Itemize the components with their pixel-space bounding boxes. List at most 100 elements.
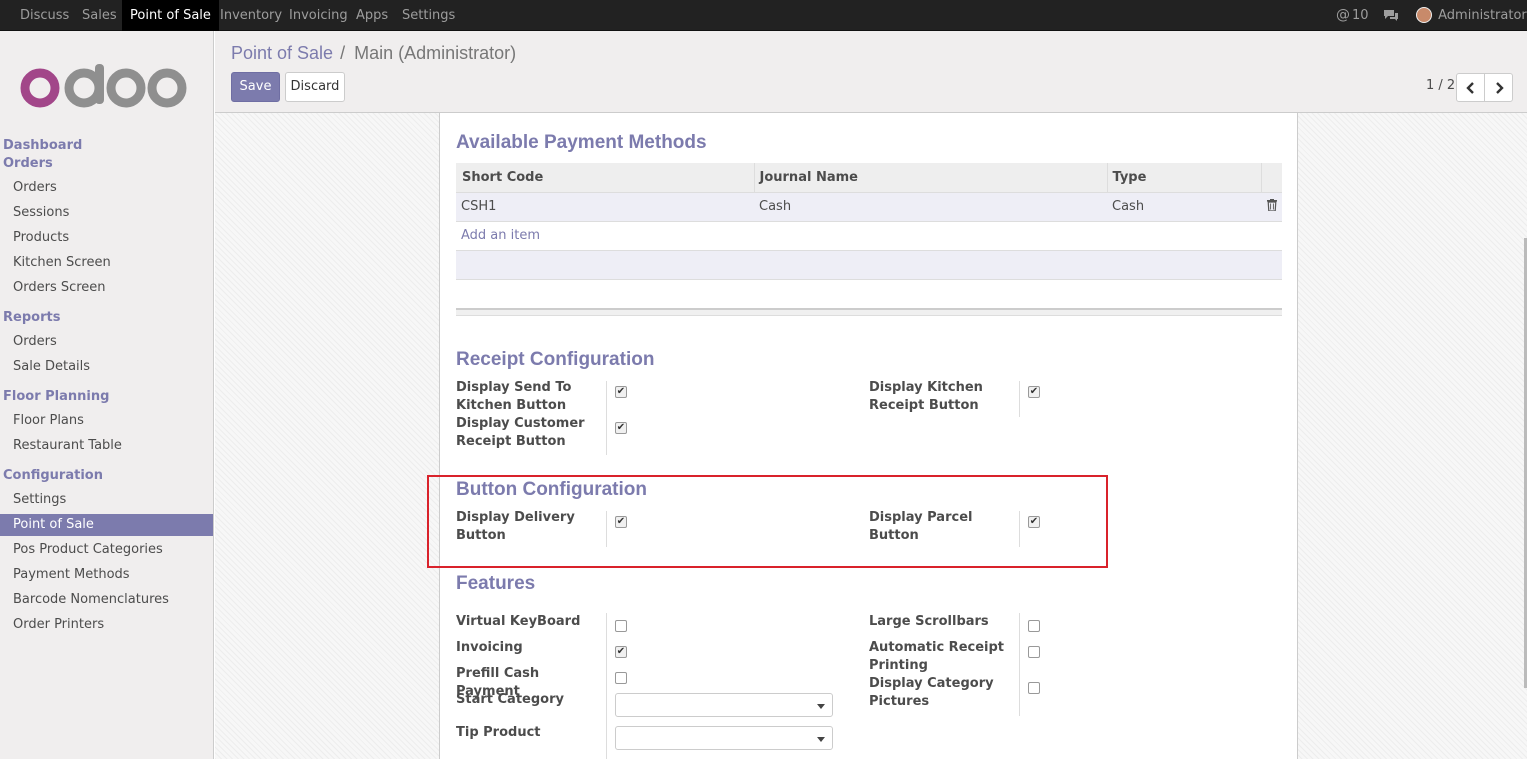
sidebar-item-settings[interactable]: Settings [0, 489, 213, 511]
auto-receipt-label: Automatic Receipt Printing [869, 640, 1005, 673]
sidebar-item-payment-methods[interactable]: Payment Methods [0, 564, 213, 586]
start-category-label: Start Category [456, 692, 564, 707]
sidebar-item-floor-plans[interactable]: Floor Plans [0, 410, 213, 432]
breadcrumb-parent[interactable]: Point of Sale [231, 43, 333, 63]
sidebar-head-dashboard[interactable]: Dashboard [3, 138, 82, 153]
sidebar-item-sessions[interactable]: Sessions [0, 202, 213, 224]
delivery-button-label: Display Delivery Button [456, 510, 575, 543]
menu-sales[interactable]: Sales [75, 0, 124, 31]
menu-inventory[interactable]: Inventory [213, 0, 289, 31]
breadcrumb: Point of Sale / Main (Administrator) [231, 43, 516, 64]
sidebar-item-report-orders[interactable]: Orders [0, 331, 213, 353]
payment-methods-title: Available Payment Methods [456, 132, 707, 153]
sidebar-item-barcode-nomenclatures[interactable]: Barcode Nomenclatures [0, 589, 213, 611]
column-header-type[interactable]: Type [1107, 163, 1262, 193]
sidebar-head-floor-planning[interactable]: Floor Planning [3, 389, 109, 404]
add-item-link[interactable]: Add an item [456, 221, 1282, 251]
chevron-right-icon [1495, 82, 1504, 94]
sidebar-item-products[interactable]: Products [0, 227, 213, 249]
caret-down-icon [817, 704, 825, 709]
send-to-kitchen-label: Display Send To Kitchen Button [456, 380, 572, 413]
form-view: Available Payment Methods Short Code Jou… [215, 113, 1527, 759]
send-to-kitchen-checkbox[interactable]: ✔ [615, 386, 627, 398]
category-pictures-label: Display Category Pictures [869, 676, 994, 709]
large-scrollbars-checkbox[interactable] [1028, 620, 1040, 632]
menu-settings[interactable]: Settings [395, 0, 462, 31]
cell-short-code[interactable]: CSH1 [456, 192, 754, 222]
table-row[interactable]: CSH1 Cash Cash [456, 192, 1282, 222]
start-category-select[interactable] [615, 693, 833, 717]
chat-button[interactable] [1383, 0, 1399, 31]
large-scrollbars-label: Large Scrollbars [869, 614, 989, 629]
section-separator [456, 308, 1282, 316]
caret-down-icon [817, 737, 825, 742]
category-pictures-checkbox[interactable] [1028, 682, 1040, 694]
form-sheet: Available Payment Methods Short Code Jou… [427, 113, 1298, 759]
mentions-button[interactable]: @10 [1336, 0, 1369, 31]
payment-methods-table: Short Code Journal Name Type CSH1 Cash C… [456, 163, 1282, 280]
menu-point-of-sale[interactable]: Point of Sale [122, 0, 219, 31]
trash-icon [1266, 198, 1277, 212]
label-divider [1019, 613, 1020, 716]
invoicing-checkbox[interactable]: ✔ [615, 646, 627, 658]
menu-apps[interactable]: Apps [349, 0, 395, 31]
control-panel: Point of Sale / Main (Administrator) Sav… [215, 31, 1527, 113]
sidebar-head-configuration[interactable]: Configuration [3, 468, 103, 483]
delete-row-button[interactable] [1261, 192, 1282, 222]
virtual-keyboard-label: Virtual KeyBoard [456, 614, 581, 629]
sidebar-item-pos-product-categories[interactable]: Pos Product Categories [0, 539, 213, 561]
pager-value[interactable]: 1 / 2 [1426, 78, 1455, 93]
at-icon: @ [1336, 7, 1350, 23]
column-header-short-code[interactable]: Short Code [456, 163, 755, 193]
receipt-config-title: Receipt Configuration [456, 349, 655, 370]
top-navbar: Discuss Sales Point of Sale Inventory In… [0, 0, 1527, 31]
kitchen-receipt-label: Display Kitchen Receipt Button [869, 380, 983, 413]
pager-previous-button[interactable] [1456, 73, 1485, 102]
sidebar-item-point-of-sale[interactable]: Point of Sale [0, 514, 213, 536]
discard-button[interactable]: Discard [285, 72, 345, 102]
tip-product-label: Tip Product [456, 725, 541, 740]
label-divider [1019, 511, 1020, 547]
customer-receipt-label: Display Customer Receipt Button [456, 416, 585, 449]
cell-journal-name[interactable]: Cash [754, 192, 1107, 222]
parcel-button-checkbox[interactable]: ✔ [1028, 516, 1040, 528]
user-menu[interactable]: Administrator [1416, 0, 1527, 31]
pager-next-button[interactable] [1484, 73, 1513, 102]
sidebar-item-sale-details[interactable]: Sale Details [0, 356, 213, 378]
cell-type[interactable]: Cash [1107, 192, 1261, 222]
prefill-cash-checkbox[interactable] [615, 672, 627, 684]
sidebar-item-orders[interactable]: Orders [0, 177, 213, 199]
chat-icon [1384, 10, 1398, 21]
sidebar-item-restaurant-table[interactable]: Restaurant Table [0, 435, 213, 457]
user-name: Administrator [1438, 8, 1527, 23]
auto-receipt-checkbox[interactable] [1028, 646, 1040, 658]
sidebar-head-reports[interactable]: Reports [3, 310, 60, 325]
avatar [1416, 6, 1432, 23]
label-divider [1019, 381, 1020, 417]
table-footer [456, 250, 1282, 280]
kitchen-receipt-checkbox[interactable]: ✔ [1028, 386, 1040, 398]
sidebar-item-order-printers[interactable]: Order Printers [0, 614, 213, 636]
features-title: Features [456, 573, 536, 594]
virtual-keyboard-checkbox[interactable] [615, 620, 627, 632]
delivery-button-checkbox[interactable]: ✔ [615, 516, 627, 528]
save-button[interactable]: Save [231, 72, 280, 102]
breadcrumb-current: Main (Administrator) [354, 43, 517, 63]
label-divider [606, 511, 607, 547]
button-config-title: Button Configuration [456, 479, 648, 500]
tip-product-select[interactable] [615, 726, 833, 750]
mentions-count: 10 [1352, 8, 1369, 23]
menu-discuss[interactable]: Discuss [13, 0, 76, 31]
sidebar-item-kitchen-screen[interactable]: Kitchen Screen [0, 252, 213, 274]
customer-receipt-checkbox[interactable]: ✔ [615, 422, 627, 434]
invoicing-label: Invoicing [456, 640, 523, 655]
parcel-button-label: Display Parcel Button [869, 510, 973, 543]
column-header-journal-name[interactable]: Journal Name [754, 163, 1108, 193]
label-divider [606, 381, 607, 455]
sidebar-head-orders[interactable]: Orders [3, 156, 53, 171]
sidebar-item-orders-screen[interactable]: Orders Screen [0, 277, 213, 299]
menu-invoicing[interactable]: Invoicing [282, 0, 355, 31]
label-divider [606, 613, 607, 759]
sidebar: Dashboard Orders Orders Sessions Product… [0, 31, 214, 759]
odoo-logo [20, 64, 188, 112]
